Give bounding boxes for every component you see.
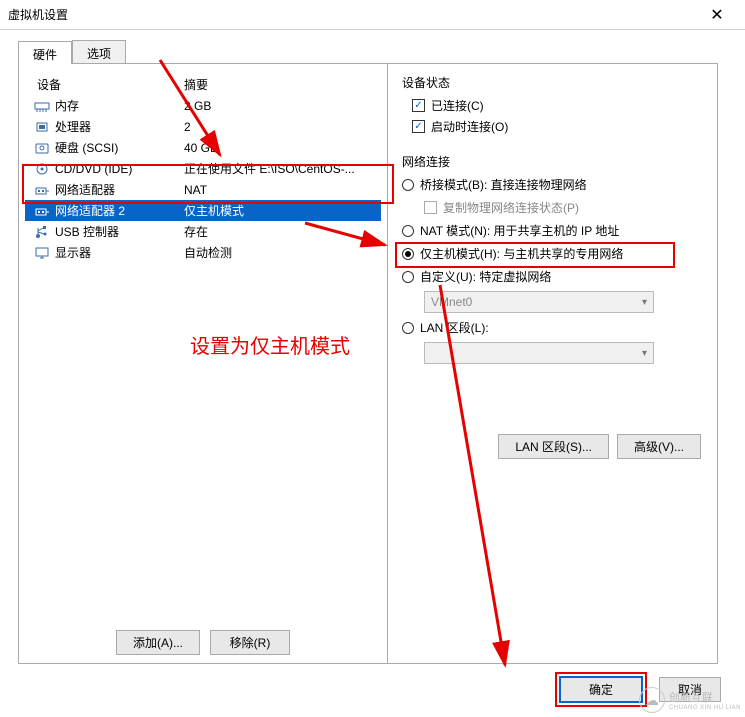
radio-hostonly[interactable]: 仅主机模式(H): 与主机共享的专用网络 [402, 245, 703, 262]
radio-custom[interactable]: 自定义(U): 特定虚拟网络 [402, 268, 703, 285]
disk-icon [33, 141, 51, 155]
hardware-row[interactable]: USB 控制器 存在 [25, 221, 381, 242]
device-summary: 2 [184, 120, 377, 134]
radio-hostonly-label: 仅主机模式(H): 与主机共享的专用网络 [420, 245, 623, 262]
net-icon [33, 204, 51, 218]
net-icon [33, 183, 51, 197]
replicate-checkbox: 复制物理网络连接状态(P) [424, 199, 703, 216]
connected-checkbox[interactable]: ✓ 已连接(C) [412, 97, 703, 114]
checkbox-icon: ✓ [412, 120, 425, 133]
ok-button-highlight: 确定 [555, 672, 647, 707]
radio-custom-label: 自定义(U): 特定虚拟网络 [420, 268, 551, 285]
remove-button[interactable]: 移除(R) [210, 630, 290, 655]
checkbox-icon: ✓ [412, 99, 425, 112]
add-button[interactable]: 添加(A)... [116, 630, 200, 655]
device-name: 显示器 [55, 244, 91, 261]
replicate-label: 复制物理网络连接状态(P) [443, 199, 579, 216]
radio-icon [402, 225, 414, 237]
col-device: 设备 [29, 76, 184, 93]
device-name: 硬盘 (SCSI) [55, 139, 118, 156]
chevron-down-icon: ▾ [642, 348, 647, 359]
device-summary: 40 GB [184, 141, 377, 155]
ok-button[interactable]: 确定 [559, 676, 643, 703]
device-summary: 存在 [184, 223, 377, 240]
hardware-row[interactable]: 网络适配器 NAT [25, 179, 381, 200]
memory-icon [33, 99, 51, 113]
vmnet-dropdown: VMnet0 ▾ [424, 291, 654, 313]
hardware-list-pane: 设备 摘要 内存 2 GB 处理器 2 硬盘 (SCSI) 40 GB CD/D… [18, 64, 388, 664]
hardware-row[interactable]: 硬盘 (SCSI) 40 GB [25, 137, 381, 158]
device-name: USB 控制器 [55, 223, 119, 240]
col-summary: 摘要 [184, 76, 377, 93]
connect-on-start-label: 启动时连接(O) [431, 118, 508, 135]
device-summary: 2 GB [184, 99, 377, 113]
radio-nat[interactable]: NAT 模式(N): 用于共享主机的 IP 地址 [402, 222, 703, 239]
hardware-row[interactable]: 显示器 自动检测 [25, 242, 381, 263]
radio-nat-label: NAT 模式(N): 用于共享主机的 IP 地址 [420, 222, 619, 239]
watermark-logo-icon: ☁ [639, 687, 665, 713]
device-name: 处理器 [55, 118, 91, 135]
display-icon [33, 246, 51, 260]
device-status-group: 设备状态 ✓ 已连接(C) ✓ 启动时连接(O) [402, 74, 703, 139]
radio-icon [402, 248, 414, 260]
device-status-legend: 设备状态 [402, 74, 703, 91]
hardware-row[interactable]: 内存 2 GB [25, 95, 381, 116]
device-summary: 自动检测 [184, 244, 377, 261]
device-name: 内存 [55, 97, 79, 114]
tab-bar: 硬件 选项 [18, 40, 718, 64]
hardware-list-header: 设备 摘要 [25, 74, 381, 95]
lanseg-dropdown: ▾ [424, 342, 654, 364]
titlebar: 虚拟机设置 ✕ [0, 0, 745, 30]
radio-lanseg[interactable]: LAN 区段(L): [402, 319, 703, 336]
device-summary: 正在使用文件 E:\ISO\CentOS-... [184, 160, 377, 177]
usb-icon [33, 225, 51, 239]
device-name: 网络适配器 [55, 181, 115, 198]
radio-icon [402, 271, 414, 283]
connect-on-start-checkbox[interactable]: ✓ 启动时连接(O) [412, 118, 703, 135]
watermark-text: 创新互联 [669, 689, 741, 705]
window-title: 虚拟机设置 [8, 6, 697, 23]
lan-segments-button[interactable]: LAN 区段(S)... [498, 434, 609, 459]
radio-icon [402, 179, 414, 191]
radio-icon [402, 322, 414, 334]
watermark-sub: CHUANG XIN HU LIAN [669, 705, 741, 711]
advanced-button[interactable]: 高级(V)... [617, 434, 701, 459]
device-summary: NAT [184, 183, 377, 197]
radio-bridged-label: 桥接模式(B): 直接连接物理网络 [420, 176, 587, 193]
hardware-row[interactable]: 处理器 2 [25, 116, 381, 137]
checkbox-icon [424, 201, 437, 214]
cpu-icon [33, 120, 51, 134]
tab-options[interactable]: 选项 [72, 40, 126, 63]
hardware-row[interactable]: 网络适配器 2 仅主机模式 [25, 200, 381, 221]
chevron-down-icon: ▾ [642, 297, 647, 308]
network-legend: 网络连接 [402, 153, 703, 170]
settings-pane: 设备状态 ✓ 已连接(C) ✓ 启动时连接(O) 网络连接 桥接模式(B): 直… [388, 64, 718, 664]
radio-bridged[interactable]: 桥接模式(B): 直接连接物理网络 [402, 176, 703, 193]
network-connection-group: 网络连接 桥接模式(B): 直接连接物理网络 复制物理网络连接状态(P) NAT… [402, 153, 703, 370]
hardware-row[interactable]: CD/DVD (IDE) 正在使用文件 E:\ISO\CentOS-... [25, 158, 381, 179]
radio-lanseg-label: LAN 区段(L): [420, 319, 489, 336]
connected-label: 已连接(C) [431, 97, 484, 114]
device-name: 网络适配器 2 [55, 202, 125, 219]
device-summary: 仅主机模式 [184, 202, 377, 219]
watermark: ☁ 创新互联 CHUANG XIN HU LIAN [639, 687, 741, 713]
tab-hardware[interactable]: 硬件 [18, 41, 72, 64]
close-icon[interactable]: ✕ [697, 5, 737, 25]
cd-icon [33, 162, 51, 176]
vmnet-value: VMnet0 [431, 295, 472, 309]
device-name: CD/DVD (IDE) [55, 162, 132, 176]
